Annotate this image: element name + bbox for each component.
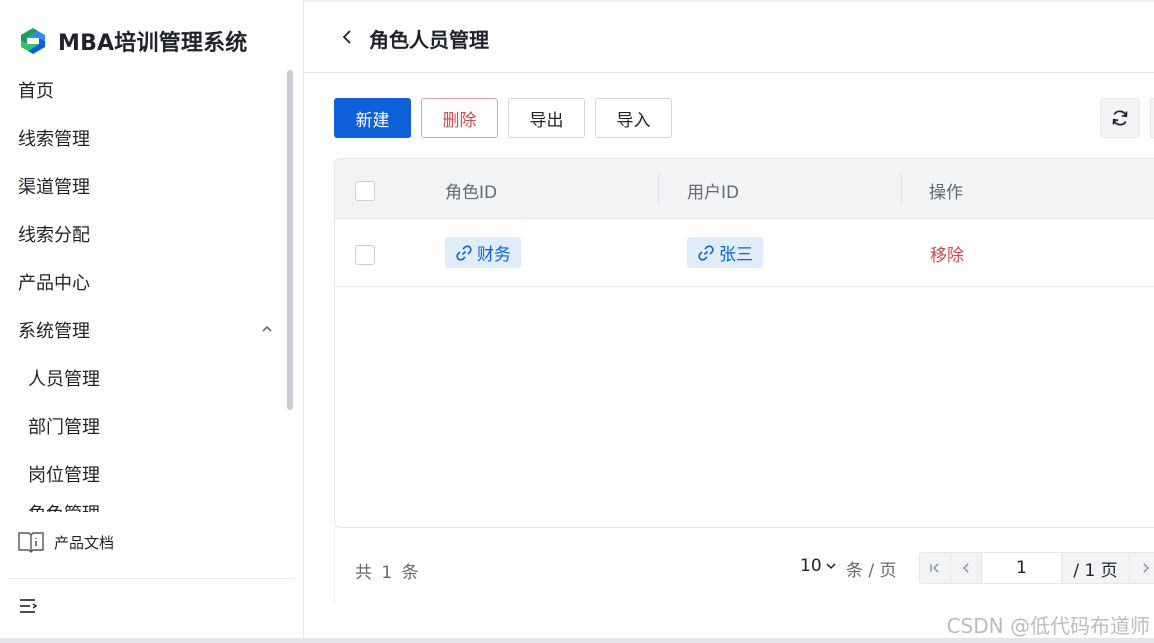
sidebar-item-departments[interactable]: 部门管理 — [0, 402, 288, 450]
column-header-action: 操作 — [929, 183, 963, 203]
link-icon — [456, 244, 472, 261]
page-size-select[interactable]: 10 — [800, 556, 838, 576]
sidebar-menu: 首页 线索管理 渠道管理 线索分配 产品中心 系统管理 人员管理 部门管理 岗位… — [0, 66, 288, 512]
total-count: 共 1 条 — [355, 563, 419, 583]
pagination-bar: 共 1 条 10 条 / 页 1 / 1 页 — [334, 528, 1154, 604]
export-button[interactable]: 导出 — [508, 98, 585, 138]
role-user-table: 角色ID 用户ID 操作 财务 张三 移除 — [334, 158, 1154, 528]
column-divider — [901, 173, 902, 205]
sidebar-item-label: 线索管理 — [18, 129, 90, 150]
sidebar-item-products[interactable]: 产品中心 — [0, 258, 288, 306]
app-title: MBA培训管理系统 — [58, 31, 248, 56]
pager: 1 / 1 页 — [919, 552, 1154, 584]
menu-collapse-icon[interactable] — [18, 596, 38, 616]
sidebar-item-lead-assign[interactable]: 线索分配 — [0, 210, 288, 258]
sidebar-item-label: 渠道管理 — [18, 177, 90, 198]
watermark: CSDN @低代码布道师 — [946, 614, 1150, 638]
sidebar-item-home[interactable]: 首页 — [0, 66, 288, 114]
total-pages: / 1 页 — [1062, 553, 1130, 583]
table-row: 财务 张三 移除 — [335, 219, 1154, 287]
page-header: 角色人员管理 — [304, 0, 1154, 73]
sidebar-scrollbar[interactable] — [287, 66, 293, 512]
chevron-up-icon — [262, 325, 272, 332]
sidebar-scroll-thumb[interactable] — [287, 70, 293, 410]
column-divider — [658, 173, 659, 205]
brand[interactable]: MBA培训管理系统 — [18, 26, 248, 56]
sidebar-item-label: 角色管理 — [28, 500, 100, 512]
link-icon — [698, 244, 714, 261]
sidebar-divider — [8, 578, 294, 579]
back-arrow-icon[interactable] — [340, 29, 356, 45]
import-button[interactable]: 导入 — [595, 98, 672, 138]
book-icon — [18, 532, 44, 553]
product-docs-label: 产品文档 — [54, 533, 115, 552]
sidebar-item-label: 部门管理 — [28, 417, 100, 438]
page-size-value: 10 — [800, 556, 822, 576]
page-number-input[interactable]: 1 — [982, 553, 1062, 583]
delete-button[interactable]: 删除 — [421, 98, 498, 138]
app-logo-icon — [21, 28, 45, 54]
sidebar-item-label: 人员管理 — [28, 369, 100, 390]
sidebar-item-staff[interactable]: 人员管理 — [0, 354, 288, 402]
sidebar-item-label: 系统管理 — [18, 321, 90, 342]
prev-page-button[interactable] — [951, 553, 982, 583]
sidebar-item-label: 岗位管理 — [28, 465, 100, 486]
next-page-button[interactable] — [1130, 553, 1154, 583]
first-page-button[interactable] — [920, 553, 951, 583]
refresh-button[interactable] — [1100, 98, 1140, 138]
table-header: 角色ID 用户ID 操作 — [335, 159, 1154, 219]
product-docs-link[interactable]: 产品文档 — [18, 530, 114, 554]
user-link-text: 张三 — [719, 245, 753, 265]
select-all-checkbox[interactable] — [355, 181, 375, 201]
per-page-label: 条 / 页 — [846, 561, 897, 581]
page-title: 角色人员管理 — [369, 28, 489, 52]
remove-link[interactable]: 移除 — [930, 241, 964, 266]
chevron-left-icon — [963, 563, 969, 573]
sidebar-item-positions[interactable]: 岗位管理 — [0, 450, 288, 498]
chevron-right-icon — [1143, 563, 1149, 573]
first-page-icon — [930, 563, 939, 573]
row-checkbox[interactable] — [355, 245, 375, 265]
column-header-user[interactable]: 用户ID — [687, 178, 739, 203]
user-link-tag[interactable]: 张三 — [687, 237, 763, 268]
sidebar-item-label: 首页 — [18, 81, 54, 102]
settings-button-partial[interactable] — [1150, 98, 1154, 138]
sidebar-item-roles[interactable]: 角色管理 — [0, 498, 288, 512]
sidebar-item-leads[interactable]: 线索管理 — [0, 114, 288, 162]
sidebar-item-label: 线索分配 — [18, 225, 90, 246]
sidebar-item-system[interactable]: 系统管理 — [0, 306, 288, 354]
role-link-text: 财务 — [477, 245, 511, 265]
sidebar-item-channels[interactable]: 渠道管理 — [0, 162, 288, 210]
sidebar: MBA培训管理系统 首页 线索管理 渠道管理 线索分配 产品中心 系统管理 人员… — [0, 0, 304, 643]
column-header-role[interactable]: 角色ID — [445, 178, 497, 203]
bottom-scrollbar[interactable] — [0, 638, 1154, 643]
new-button[interactable]: 新建 — [334, 98, 411, 138]
role-link-tag[interactable]: 财务 — [445, 237, 521, 268]
refresh-icon — [1112, 110, 1128, 126]
chevron-down-icon — [826, 563, 836, 570]
sidebar-item-label: 产品中心 — [18, 273, 90, 294]
